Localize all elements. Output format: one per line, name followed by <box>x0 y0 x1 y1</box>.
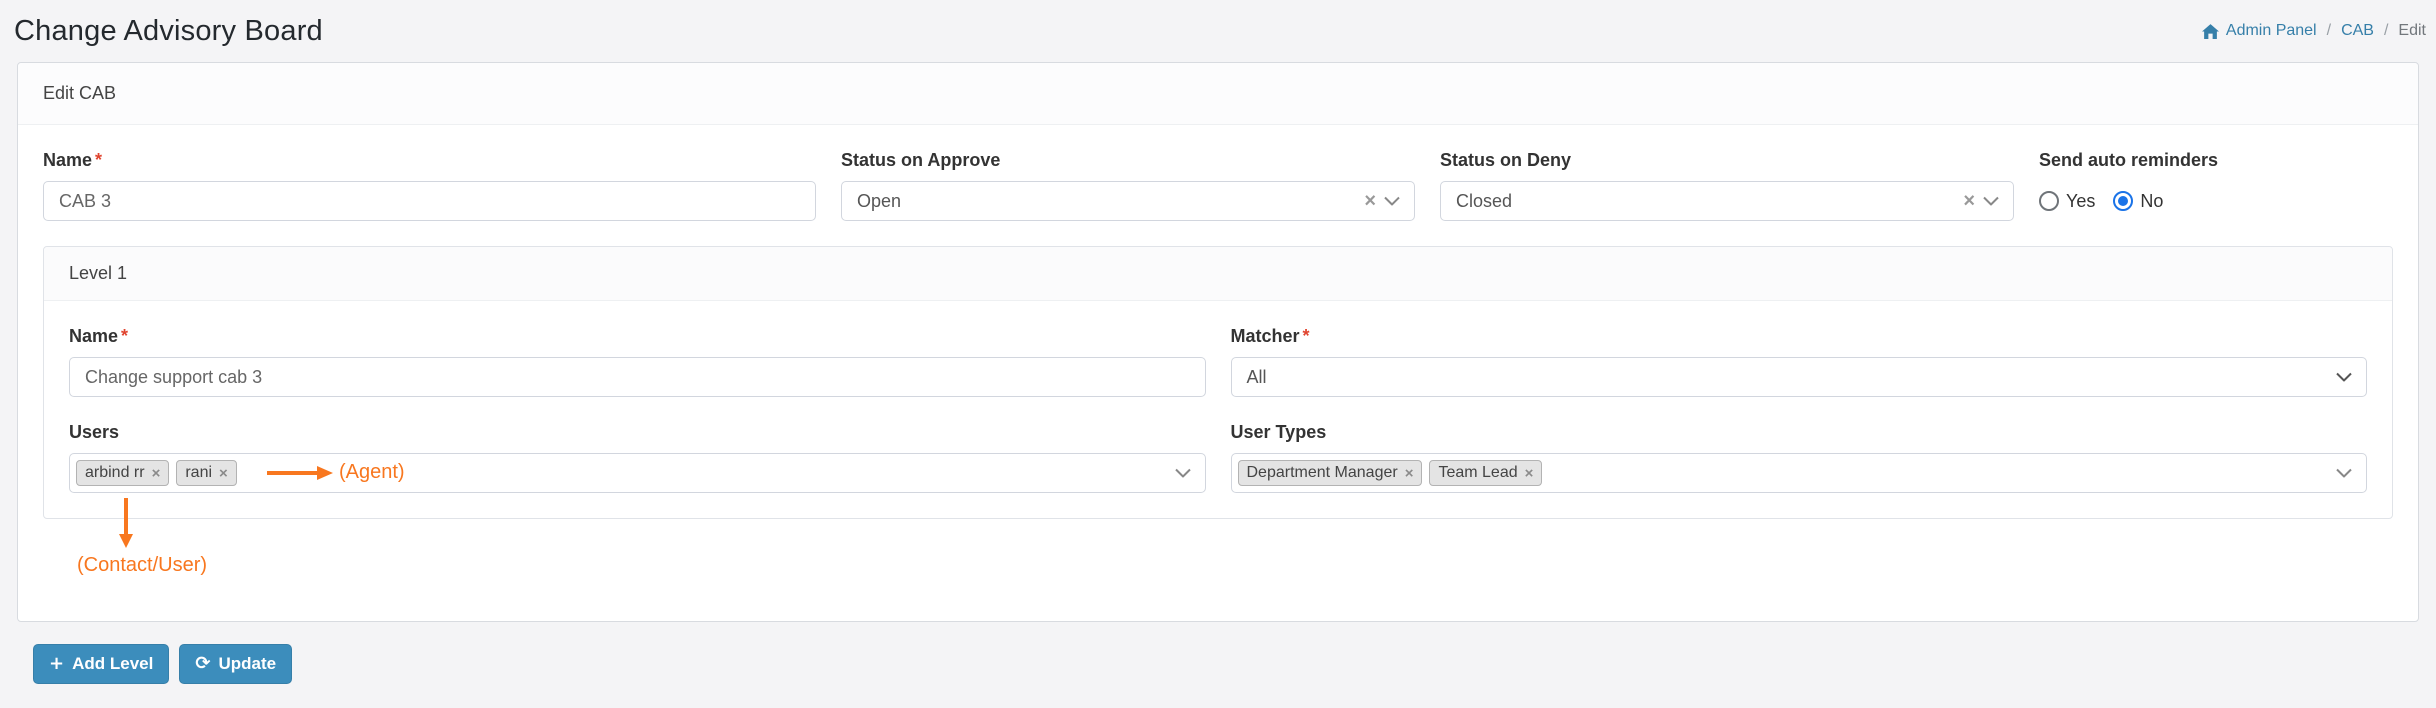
card-body: Name* Status on Approve Open × Status on… <box>18 125 2418 576</box>
annotation-arrow-right <box>267 466 333 480</box>
send-auto-reminders-label: Send auto reminders <box>2039 150 2219 170</box>
breadcrumb-cab-label: CAB <box>2341 22 2374 39</box>
send-auto-reminders-options: Yes No <box>2039 181 2393 221</box>
status-on-approve-select[interactable]: Open × <box>841 181 1415 221</box>
breadcrumb-separator: / <box>2383 22 2389 39</box>
top-form-row: Name* Status on Approve Open × Status on… <box>43 150 2393 221</box>
user-types-field: User Types Department Manager × Team Lea… <box>1230 422 2367 493</box>
user-types-select[interactable]: Department Manager × Team Lead × <box>1230 453 2367 493</box>
user-type-tag-label: Department Manager <box>1246 464 1398 481</box>
add-level-button[interactable]: + Add Level <box>33 644 170 684</box>
matcher-field: Matcher * All <box>1230 326 2367 397</box>
name-input[interactable] <box>43 181 816 221</box>
breadcrumb-separator: / <box>2326 22 2332 39</box>
users-select[interactable]: arbind rr × rani × <box>69 453 1206 493</box>
plus-icon: + <box>49 653 65 674</box>
name-field: Name * <box>43 150 816 221</box>
annotation-contact-user: (Contact/User) <box>77 554 208 576</box>
level-row-users-types: Users arbind rr × rani × (Agent) (Contac… <box>69 422 2367 576</box>
user-type-tag: Department Manager × <box>1237 460 1423 486</box>
send-auto-reminders-field: Send auto reminders Yes No <box>2039 150 2393 221</box>
breadcrumb-admin-panel-label: Admin Panel <box>2225 22 2317 39</box>
update-button-label: Update <box>218 654 277 673</box>
level-1-body: Name* Matcher* All <box>44 301 2392 576</box>
name-label: Name * <box>43 150 103 170</box>
status-on-approve-field: Status on Approve Open × <box>841 150 1415 221</box>
status-on-approve-value: Open <box>857 190 902 211</box>
user-tag-label: arbind rr <box>85 464 145 481</box>
radio-unchecked-icon <box>2039 191 2059 211</box>
chevron-down-icon <box>1983 196 1999 206</box>
required-asterisk: * <box>121 326 129 346</box>
level-name-input[interactable] <box>69 357 1206 397</box>
update-button[interactable]: ⟳ Update <box>179 644 293 684</box>
status-on-deny-field: Status on Deny Closed × <box>1440 150 2014 221</box>
radio-no[interactable]: No <box>2113 191 2163 212</box>
matcher-label: Matcher * <box>1230 326 1310 346</box>
chevron-down-icon <box>2336 468 2352 478</box>
card-header-title: Edit CAB <box>43 83 117 103</box>
status-on-deny-value: Closed <box>1456 190 1513 211</box>
remove-tag-icon[interactable]: × <box>152 466 161 481</box>
footer-actions: + Add Level ⟳ Update <box>0 622 2436 706</box>
user-type-tag: Team Lead × <box>1429 460 1543 486</box>
breadcrumb-current: Edit <box>2398 22 2426 39</box>
required-asterisk: * <box>95 150 103 170</box>
user-type-tag-label: Team Lead <box>1438 464 1518 481</box>
remove-tag-icon[interactable]: × <box>1405 466 1414 481</box>
level-name-label: Name * <box>69 326 129 346</box>
refresh-icon: ⟳ <box>195 653 211 674</box>
add-level-button-label: Add Level <box>72 654 154 673</box>
user-tag: rani × <box>176 460 237 486</box>
level-name-field: Name * <box>69 326 1206 397</box>
matcher-value: All <box>1246 366 1267 387</box>
users-field: Users arbind rr × rani × (Agent) (Contac… <box>69 422 1206 576</box>
annotation-agent: (Agent) <box>339 461 405 483</box>
clear-selection-icon[interactable]: × <box>1963 191 1975 211</box>
status-on-deny-label: Status on Deny <box>1440 150 1572 170</box>
annotation-arrow-down <box>119 498 133 548</box>
breadcrumb: Admin Panel / CAB / Edit <box>2201 22 2426 40</box>
required-asterisk: * <box>1302 326 1310 346</box>
edit-cab-card: Edit CAB Name* Status on Approve Open × <box>17 62 2419 622</box>
remove-tag-icon[interactable]: × <box>1525 466 1534 481</box>
remove-tag-icon[interactable]: × <box>219 466 228 481</box>
level-1-header: Level 1 <box>44 247 2392 301</box>
status-on-deny-select[interactable]: Closed × <box>1440 181 2014 221</box>
level-row-name-matcher: Name* Matcher* All <box>69 326 2367 397</box>
clear-selection-icon[interactable]: × <box>1364 191 1376 211</box>
radio-checked-icon <box>2113 191 2134 211</box>
level-1-panel: Level 1 Name* Matcher* All <box>43 246 2393 576</box>
matcher-select[interactable]: All <box>1230 357 2367 397</box>
breadcrumb-cab[interactable]: CAB <box>2341 22 2374 40</box>
page-title: Change Advisory Board <box>14 14 323 47</box>
chevron-down-icon <box>2336 372 2352 382</box>
breadcrumb-admin-panel[interactable]: Admin Panel <box>2201 22 2317 40</box>
radio-yes[interactable]: Yes <box>2039 191 2095 212</box>
home-icon <box>2201 23 2219 39</box>
status-on-approve-label: Status on Approve <box>841 150 1001 170</box>
radio-no-label: No <box>2140 190 2164 211</box>
user-types-label: User Types <box>1230 422 1327 442</box>
user-tag: arbind rr × <box>76 460 170 486</box>
users-label: Users <box>69 422 120 442</box>
radio-yes-label: Yes <box>2066 190 2096 211</box>
user-tag-label: rani <box>185 464 213 481</box>
card-header: Edit CAB <box>18 63 2418 125</box>
chevron-down-icon <box>1384 196 1400 206</box>
page-header: Change Advisory Board Admin Panel / CAB … <box>0 0 2436 62</box>
chevron-down-icon <box>1174 468 1191 478</box>
